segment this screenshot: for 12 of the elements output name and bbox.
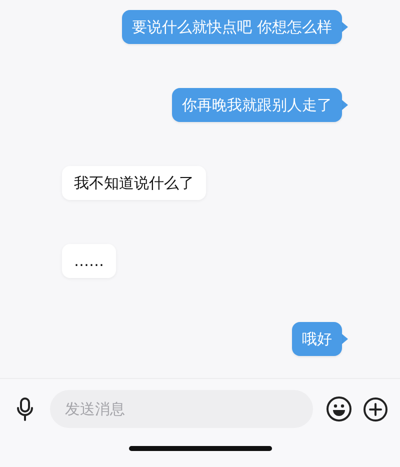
message-input[interactable]: 发送消息	[50, 390, 313, 428]
emoji-icon[interactable]	[326, 396, 352, 422]
add-icon[interactable]	[363, 396, 388, 422]
microphone-icon[interactable]	[15, 397, 35, 421]
bubble-tail	[342, 334, 348, 344]
bubble-tail	[342, 100, 348, 110]
message-bubble: 我不知道说什么了	[62, 166, 206, 200]
message-bubble: 哦好	[292, 322, 342, 356]
message-bubble: 你再晚我就跟别人走了	[172, 88, 342, 122]
message-bubble: ……	[62, 244, 116, 278]
message-bubble: 要说什么就快点吧 你想怎么样	[122, 10, 342, 44]
bubble-tail	[342, 22, 348, 32]
